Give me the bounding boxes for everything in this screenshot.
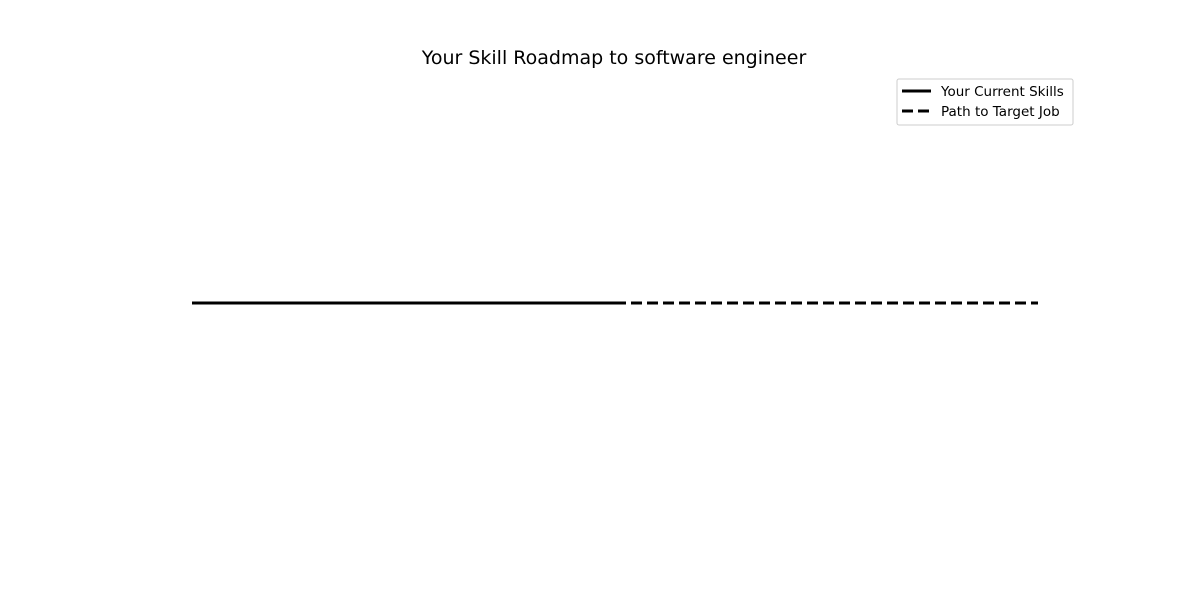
legend-label-path-to-target-job: Path to Target Job (941, 104, 1060, 120)
chart-figure: Your Skill Roadmap to software engineer … (0, 0, 1200, 600)
chart-title: Your Skill Roadmap to software engineer (421, 47, 807, 69)
legend: Your Current Skills Path to Target Job (896, 78, 1074, 126)
legend-label-your-current-skills: Your Current Skills (940, 84, 1064, 100)
